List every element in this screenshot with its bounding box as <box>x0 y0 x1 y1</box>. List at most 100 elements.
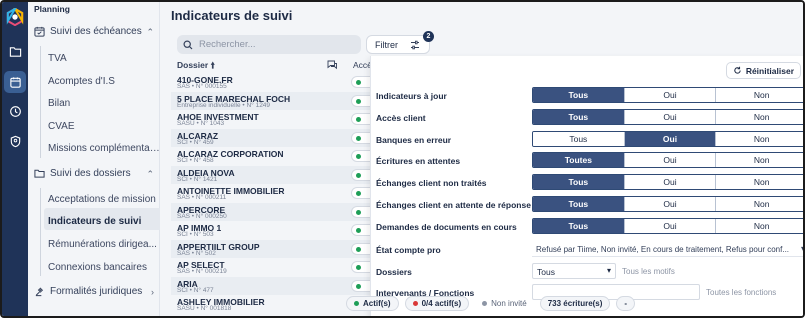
sidebar-item-connexions[interactable]: Connexions bancaires <box>48 262 160 273</box>
sidebar-item-missions[interactable]: Missions complémentai... <box>48 143 160 154</box>
segment-option[interactable]: Tous <box>533 110 625 124</box>
dossiers-value: Tous <box>537 267 555 277</box>
segment-option[interactable]: Non <box>716 197 803 211</box>
segment-option[interactable]: Tous <box>533 88 625 102</box>
filter-label: Écritures en attentes <box>376 156 461 166</box>
sidebar-group-dossiers[interactable]: Suivi des dossiers ⌃ <box>34 168 158 179</box>
table-row[interactable]: ANTOINETTE IMMOBILIER SAS • N° 000211 <box>171 184 381 202</box>
sidebar: Planning Suivi des échéances ⌃ TVA Acomp… <box>28 2 162 316</box>
segment-option[interactable]: Non <box>716 219 803 233</box>
dossier-subtitle: SASU • N° 1043 <box>177 120 225 127</box>
chip-label: 0/4 actif(s) <box>421 298 462 308</box>
table-row[interactable]: ALCARAZ SCI • N° 459 <box>171 128 381 147</box>
table-row[interactable]: 410-GONE.FR SAS • N° 000155 <box>171 73 381 91</box>
status-bar: Actif(s) 0/4 actif(s) Non invité 733 écr… <box>346 294 803 312</box>
motifs-select[interactable]: Tous les motifs <box>622 267 675 276</box>
search-box <box>177 35 361 54</box>
segment-option[interactable]: Tous <box>533 197 625 211</box>
status-chip-dash[interactable]: - <box>616 295 636 311</box>
segmented-control: Tous Oui Non <box>532 109 803 125</box>
reset-button[interactable]: Réinitialiser <box>725 62 801 79</box>
etat-compte-select[interactable]: Refusé par Tiime, Non invité, En cours d… <box>532 241 803 257</box>
dossier-subtitle: SAS • N° 000219 <box>177 268 227 275</box>
table-row[interactable]: AP SELECT SAS • N° 000219 <box>171 258 381 276</box>
sidebar-item-acceptations[interactable]: Acceptations de mission <box>48 194 160 205</box>
folder-nav-icon[interactable] <box>4 40 26 62</box>
dossiers-select[interactable]: Tous ▾ <box>532 263 616 279</box>
chat-icon <box>327 60 337 70</box>
segment-option[interactable]: Non <box>716 88 803 102</box>
table-header: Dossier 🠙 Accè <box>171 59 381 72</box>
refresh-icon <box>734 66 741 74</box>
sidebar-item-indicateurs[interactable]: Indicateurs de suivi <box>48 216 160 227</box>
status-dot <box>356 117 361 122</box>
status-chip-non-invite[interactable]: Non invité <box>475 296 534 311</box>
segment-option[interactable]: Tous <box>533 132 625 146</box>
search-input[interactable] <box>199 39 339 50</box>
column-header-dossier[interactable]: Dossier 🠙 <box>177 60 215 74</box>
sidebar-group-formalites[interactable]: Formalités juridiques › <box>34 286 158 297</box>
table-row[interactable]: AP IMMO 1 SCI • N° 503 <box>171 221 381 239</box>
page-title: Indicateurs de suivi <box>171 8 293 23</box>
segmented-control: Tous Oui Non <box>532 218 803 234</box>
segment-option[interactable]: Oui <box>624 153 717 167</box>
filter-row: Échanges client non traités Tous Oui Non <box>376 174 803 192</box>
table-row[interactable]: APERCORE SAS • N° 000250 <box>171 202 381 221</box>
status-chip-ecritures[interactable]: 733 écriture(s) <box>539 295 611 311</box>
status-dot <box>356 172 361 178</box>
filter-etat-compte: État compte pro Refusé par Tiime, Non in… <box>376 241 803 259</box>
clock-nav-icon[interactable] <box>4 100 26 122</box>
user-shield-nav-icon[interactable] <box>4 130 26 152</box>
chip-label: Actif(s) <box>363 298 391 308</box>
segment-option[interactable]: Toutes <box>533 153 625 167</box>
sidebar-item-remunerations[interactable]: Rémunérations dirigea... <box>48 239 160 250</box>
sidebar-item-cvae[interactable]: CVAE <box>48 121 160 132</box>
filter-button-label: Filtrer <box>375 39 398 50</box>
filter-label: Indicateurs à jour <box>376 91 447 101</box>
status-dot <box>356 228 361 233</box>
chevron-right-icon: › <box>151 287 154 297</box>
table-row[interactable]: APPERTIILT GROUP SAS • N° 502 <box>171 239 381 258</box>
status-dot <box>356 191 361 196</box>
segment-option[interactable]: Oui <box>624 132 717 146</box>
status-dot <box>356 135 361 141</box>
segment-option[interactable]: Non <box>716 132 803 146</box>
table-row[interactable]: ARIA SCI • N° 477 <box>171 276 381 295</box>
filter-row: Accès client Tous Oui Non <box>376 109 803 127</box>
status-chip-actifs[interactable]: Actif(s) <box>346 295 399 311</box>
table-row[interactable]: AHOE INVESTMENT SASU • N° 1043 <box>171 110 381 128</box>
table-row[interactable]: ALCARAZ CORPORATION SCI • N° 458 <box>171 147 381 165</box>
segment-option[interactable]: Oui <box>624 110 717 124</box>
dossier-subtitle: SCI • N° 477 <box>177 286 214 294</box>
segment-option[interactable]: Oui <box>624 88 717 102</box>
filter-label: Accès client <box>376 113 426 123</box>
segmented-control: Tous Oui Non <box>532 196 803 212</box>
table-row[interactable]: ALDEIA NOVA SCI • N° 1421 <box>171 165 381 184</box>
sidebar-item-tva[interactable]: TVA <box>48 53 160 64</box>
filter-label: Dossiers <box>376 267 412 277</box>
filter-button[interactable]: Filtrer <box>366 35 430 54</box>
segment-option[interactable]: Non <box>716 175 803 189</box>
tree-line <box>40 188 41 276</box>
status-dot <box>356 80 361 85</box>
folder-icon <box>34 169 45 178</box>
planning-nav-icon[interactable] <box>4 71 26 93</box>
segment-option[interactable]: Oui <box>624 197 717 211</box>
dossier-subtitle: SAS • N° 000211 <box>177 194 227 201</box>
sidebar-section-title: Planning <box>34 4 70 14</box>
filter-label: Demandes de documents en cours <box>376 222 517 232</box>
dossier-subtitle: SAS • N° 502 <box>177 249 216 257</box>
sidebar-item-acomptes[interactable]: Acomptes d'I.S <box>48 76 160 87</box>
segment-option[interactable]: Oui <box>624 175 717 189</box>
sidebar-item-bilan[interactable]: Bilan <box>48 98 160 109</box>
sidebar-group-label: Formalités juridiques <box>50 286 143 297</box>
status-dot <box>412 300 418 306</box>
table-row[interactable]: 5 PLACE MARECHAL FOCH Entreprise individu… <box>171 91 381 110</box>
segment-option[interactable]: Non <box>716 110 803 124</box>
segment-option[interactable]: Tous <box>533 175 625 189</box>
status-chip-count[interactable]: 0/4 actif(s) <box>404 295 470 311</box>
segment-option[interactable]: Non <box>716 153 803 167</box>
sidebar-group-echeances[interactable]: Suivi des échéances ⌃ <box>34 26 158 37</box>
segment-option[interactable]: Tous <box>533 219 625 233</box>
segment-option[interactable]: Oui <box>624 219 717 233</box>
